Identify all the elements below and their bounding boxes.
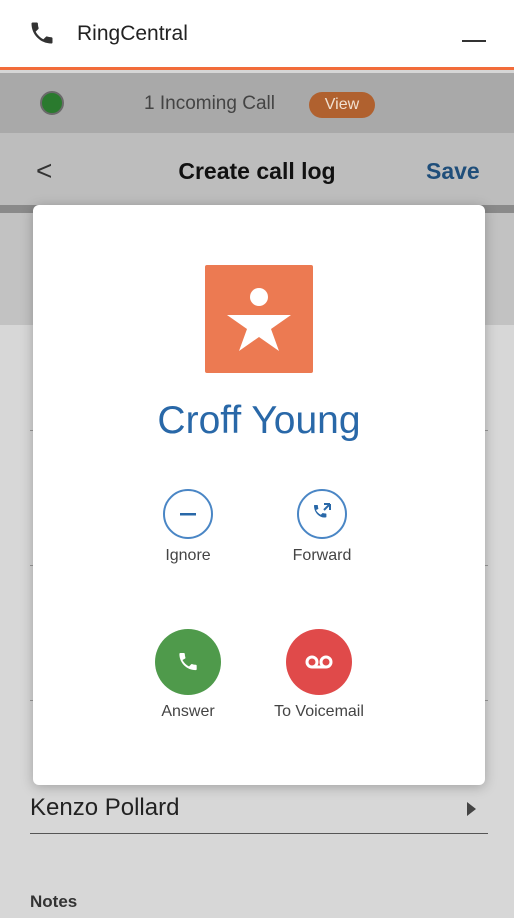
incoming-call-bar: 1 Incoming Call View [0, 73, 514, 133]
answer-label: Answer [161, 703, 215, 720]
minus-icon [180, 513, 196, 516]
minimize-icon[interactable] [462, 34, 486, 44]
voicemail-icon [305, 655, 333, 669]
caret-right-icon [467, 802, 476, 816]
contact-select[interactable]: Kenzo Pollard [30, 790, 488, 834]
app-title: RingCentral [77, 22, 188, 45]
incoming-call-text: 1 Incoming Call [144, 93, 275, 114]
ignore-action: Ignore [151, 489, 225, 565]
status-dot-icon [40, 91, 64, 115]
notes-label: Notes [30, 892, 78, 911]
answer-action: Answer [143, 629, 233, 721]
title-bar: RingCentral [0, 0, 514, 70]
ignore-button[interactable] [163, 489, 213, 539]
voicemail-label: To Voicemail [274, 703, 364, 720]
contact-name: Kenzo Pollard [30, 794, 180, 821]
page-header: < Create call log Save [0, 133, 514, 211]
phone-forward-icon [314, 503, 331, 518]
caller-avatar [205, 265, 313, 373]
phone-icon [179, 653, 197, 671]
person-star-icon [227, 288, 291, 351]
forward-action: Forward [277, 489, 367, 565]
forward-label: Forward [292, 547, 352, 564]
phone-icon [31, 22, 53, 44]
incoming-call-modal: Croff Young Ignore Forward Answer To Voi… [33, 205, 485, 785]
forward-button[interactable] [297, 489, 347, 539]
save-button[interactable]: Save [426, 158, 480, 185]
voicemail-button[interactable] [286, 629, 352, 695]
caller-name: Croff Young [157, 399, 361, 442]
answer-button[interactable] [155, 629, 221, 695]
view-button[interactable]: View [309, 92, 375, 118]
voicemail-action: To Voicemail [259, 629, 379, 721]
ignore-label: Ignore [165, 547, 211, 564]
